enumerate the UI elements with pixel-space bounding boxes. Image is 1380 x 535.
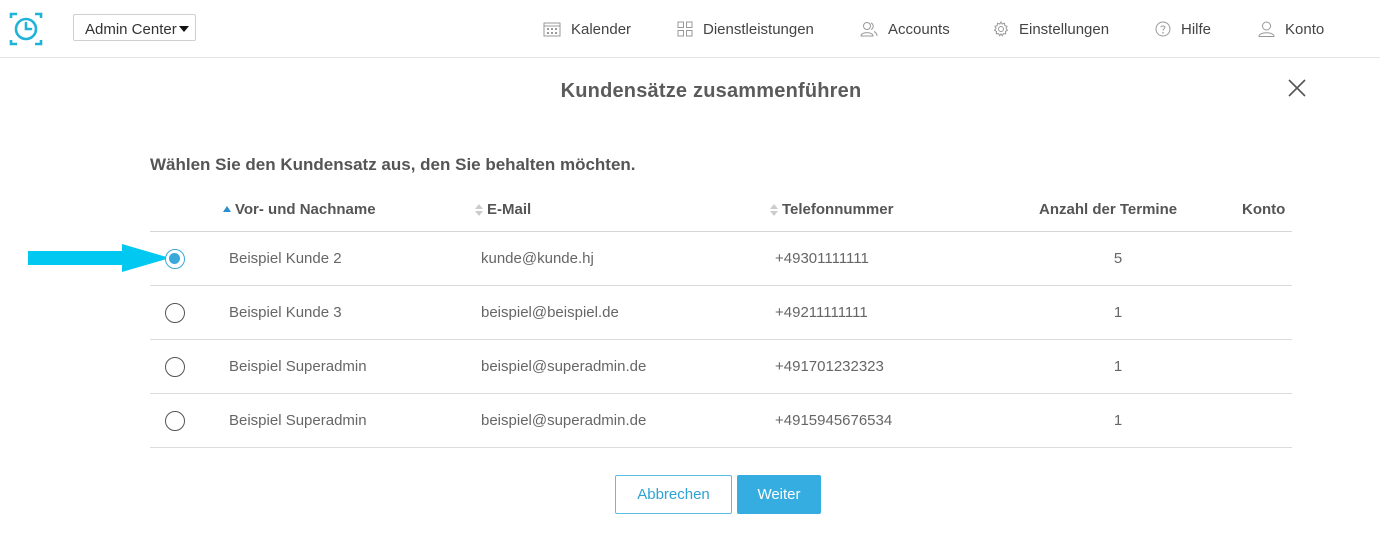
nav-einstellungen-label: Einstellungen bbox=[1019, 20, 1110, 38]
nav-accounts-label: Accounts bbox=[888, 20, 950, 38]
nav-kalender[interactable]: Kalender bbox=[543, 18, 631, 40]
row-radio[interactable] bbox=[165, 357, 185, 377]
close-icon[interactable] bbox=[1287, 78, 1307, 98]
cell-appointments: 1 bbox=[1113, 304, 1123, 321]
cell-phone: +49211111111 bbox=[775, 304, 868, 321]
cell-appointments: 1 bbox=[1113, 358, 1123, 375]
nav-accounts[interactable]: Accounts bbox=[860, 18, 950, 40]
column-header-appointments-label: Anzahl der Termine bbox=[1039, 201, 1178, 218]
table-header: Vor- und Nachname E-Mail Telefonnummer A… bbox=[150, 190, 1292, 232]
nav-hilfe[interactable]: Hilfe bbox=[1155, 18, 1211, 40]
caret-down-icon bbox=[179, 26, 189, 32]
column-header-phone-label: Telefonnummer bbox=[782, 201, 894, 218]
cell-phone: +49301111111 bbox=[775, 250, 869, 267]
clock-logo-icon[interactable] bbox=[8, 11, 44, 47]
column-header-konto: Konto bbox=[1242, 201, 1285, 218]
cell-email: beispiel@superadmin.de bbox=[481, 358, 647, 375]
sort-icon bbox=[770, 203, 778, 216]
nav-konto-label: Konto bbox=[1285, 20, 1325, 38]
column-header-konto-label: Konto bbox=[1242, 201, 1286, 218]
table-row[interactable]: Beispiel Superadmin beispiel@superadmin.… bbox=[150, 340, 1292, 394]
table-row[interactable]: Beispiel Kunde 3 beispiel@beispiel.de +4… bbox=[150, 286, 1292, 340]
nav-kalender-label: Kalender bbox=[571, 20, 632, 38]
table-row[interactable]: Beispiel Superadmin beispiel@superadmin.… bbox=[150, 394, 1292, 448]
calendar-icon bbox=[543, 22, 561, 37]
customer-table: Vor- und Nachname E-Mail Telefonnummer A… bbox=[150, 190, 1292, 448]
nav-einstellungen[interactable]: Einstellungen bbox=[993, 18, 1109, 40]
sort-icon bbox=[475, 203, 483, 216]
column-header-appointments: Anzahl der Termine bbox=[1039, 201, 1177, 218]
column-header-email-label: E-Mail bbox=[487, 201, 532, 218]
cell-email: beispiel@superadmin.de bbox=[481, 412, 647, 429]
nav-dienstleistungen-label: Dienstleistungen bbox=[703, 20, 814, 38]
cancel-button[interactable]: Abbrechen bbox=[615, 475, 732, 514]
cell-name: Beispiel Superadmin bbox=[229, 412, 367, 429]
cell-email: kunde@kunde.hj bbox=[481, 250, 594, 267]
dialog-title: Kundensätze zusammenführen bbox=[560, 80, 862, 102]
grid-icon bbox=[677, 21, 693, 37]
top-navigation-bar: Admin Center Kalender Dienstleistungen A… bbox=[0, 0, 1380, 58]
cell-appointments: 1 bbox=[1113, 412, 1123, 429]
sort-asc-icon bbox=[223, 205, 231, 212]
cell-phone: +491701232323 bbox=[775, 358, 884, 375]
user-icon bbox=[1258, 21, 1275, 37]
cell-name: Beispiel Kunde 2 bbox=[229, 250, 342, 267]
dialog-subtitle: Wählen Sie den Kundensatz aus, den Sie b… bbox=[150, 155, 636, 174]
row-radio[interactable] bbox=[165, 303, 185, 323]
next-button[interactable]: Weiter bbox=[737, 475, 821, 514]
users-icon bbox=[860, 22, 878, 37]
nav-dienstleistungen[interactable]: Dienstleistungen bbox=[677, 18, 814, 40]
nav-hilfe-label: Hilfe bbox=[1181, 20, 1212, 38]
admin-center-select[interactable]: Admin Center bbox=[73, 14, 196, 41]
row-radio[interactable] bbox=[165, 411, 185, 431]
cell-email: beispiel@beispiel.de bbox=[481, 304, 619, 321]
help-icon bbox=[1155, 21, 1171, 37]
cell-name: Beispiel Superadmin bbox=[229, 358, 367, 375]
arrow-annotation-icon bbox=[28, 244, 170, 272]
column-header-name-label: Vor- und Nachname bbox=[235, 201, 376, 218]
nav-konto[interactable]: Konto bbox=[1258, 18, 1324, 40]
column-header-name[interactable]: Vor- und Nachname bbox=[223, 201, 376, 218]
column-header-email[interactable]: E-Mail bbox=[475, 201, 531, 218]
cell-name: Beispiel Kunde 3 bbox=[229, 304, 342, 321]
gear-icon bbox=[993, 21, 1009, 37]
row-radio-selected[interactable] bbox=[165, 249, 185, 269]
column-header-phone[interactable]: Telefonnummer bbox=[770, 201, 893, 218]
cell-appointments: 5 bbox=[1113, 250, 1123, 267]
cell-phone: +4915945676534 bbox=[775, 412, 893, 429]
table-row[interactable]: Beispiel Kunde 2 kunde@kunde.hj +4930111… bbox=[150, 232, 1292, 286]
admin-center-select-label: Admin Center bbox=[85, 21, 177, 38]
